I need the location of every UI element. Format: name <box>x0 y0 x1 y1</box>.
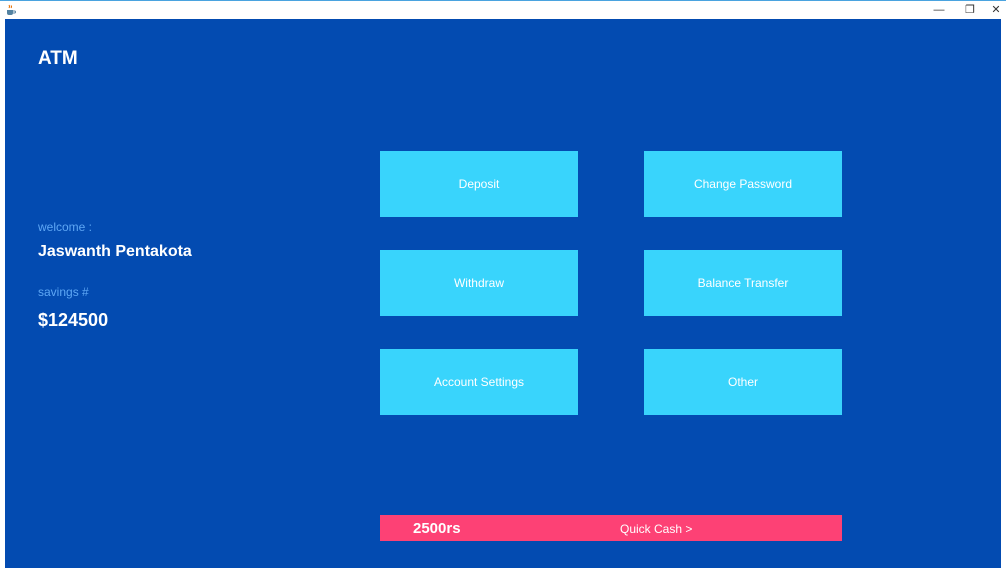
savings-label: savings # <box>38 285 89 299</box>
minimize-button[interactable]: — <box>927 2 951 18</box>
user-name: Jaswanth Pentakota <box>38 243 192 260</box>
close-button[interactable]: ✕ <box>984 2 1006 18</box>
maximize-button[interactable]: ❐ <box>958 2 982 18</box>
quick-cash-amount: 2500rs <box>413 520 461 537</box>
quick-cash-label: Quick Cash > <box>620 522 693 536</box>
change-password-button[interactable]: Change Password <box>644 151 842 217</box>
welcome-label: welcome : <box>38 220 93 234</box>
other-button[interactable]: Other <box>644 349 842 415</box>
app-title: ATM <box>38 48 78 69</box>
java-cup-icon <box>7 4 16 15</box>
window-titlebar[interactable]: — ❐ ✕ <box>0 0 1006 19</box>
withdraw-button[interactable]: Withdraw <box>380 250 578 316</box>
account-balance: $124500 <box>38 310 109 330</box>
balance-transfer-button[interactable]: Balance Transfer <box>644 250 842 316</box>
account-settings-button[interactable]: Account Settings <box>380 349 578 415</box>
deposit-button[interactable]: Deposit <box>380 151 578 217</box>
window-border-right <box>1001 19 1006 568</box>
quick-cash-button[interactable]: 2500rs Quick Cash > <box>380 515 842 541</box>
